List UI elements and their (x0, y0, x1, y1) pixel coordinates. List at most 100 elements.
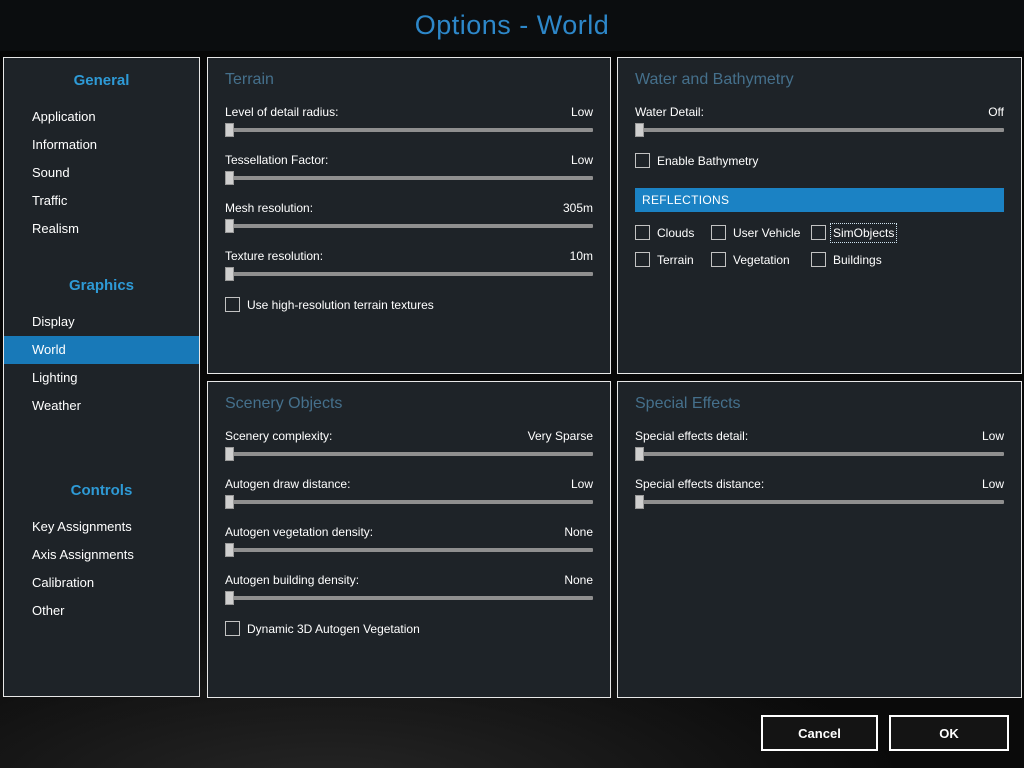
slider-value: Low (570, 153, 593, 167)
slider-mesh-resolution: Mesh resolution: 305m (225, 201, 593, 233)
checkbox-label: Enable Bathymetry (657, 153, 759, 168)
checkbox-reflect-vegetation[interactable]: Vegetation (711, 252, 811, 267)
panel-terrain-title: Terrain (225, 71, 274, 88)
checkbox-reflect-terrain[interactable]: Terrain (635, 252, 711, 267)
slider-value: Off (988, 105, 1004, 119)
checkbox-label: Clouds (657, 225, 695, 240)
checkbox-box[interactable] (811, 252, 826, 267)
sidebar-item-other[interactable]: Other (4, 597, 199, 625)
slider-special-effects-detail: Special effects detail: Low (635, 429, 1004, 461)
sidebar: General Application Information Sound Tr… (3, 57, 200, 697)
slider-tessellation-factor: Tessellation Factor: Low (225, 153, 593, 185)
slider-value: Low (570, 105, 593, 119)
ok-button[interactable]: OK (889, 715, 1009, 751)
cancel-button[interactable]: Cancel (761, 715, 878, 751)
checkbox-reflect-user-vehicle[interactable]: User Vehicle (711, 225, 811, 240)
window-title: Options - World (414, 10, 610, 40)
slider-track[interactable] (635, 495, 1004, 509)
slider-track[interactable] (225, 495, 593, 509)
checkbox-reflect-clouds[interactable]: Clouds (635, 225, 711, 240)
checkbox-box[interactable] (225, 297, 240, 312)
slider-value: Low (981, 477, 1004, 491)
checkbox-enable-bathymetry[interactable]: Enable Bathymetry (635, 153, 758, 168)
slider-track[interactable] (225, 591, 593, 605)
checkbox-box[interactable] (635, 153, 650, 168)
sidebar-item-calibration[interactable]: Calibration (4, 569, 199, 597)
sidebar-item-information[interactable]: Information (4, 131, 199, 159)
sidebar-item-lighting[interactable]: Lighting (4, 364, 199, 392)
checkbox-label: Buildings (833, 252, 882, 267)
slider-thumb[interactable] (225, 591, 234, 605)
checkbox-box[interactable] (225, 621, 240, 636)
checkbox-dynamic-3d-autogen-vegetation[interactable]: Dynamic 3D Autogen Vegetation (225, 621, 420, 636)
slider-label: Special effects distance: (635, 477, 765, 491)
checkbox-use-hires-terrain-textures[interactable]: Use high-resolution terrain textures (225, 297, 434, 312)
slider-scenery-complexity: Scenery complexity: Very Sparse (225, 429, 593, 461)
checkbox-reflect-buildings[interactable]: Buildings (811, 252, 1004, 267)
slider-thumb[interactable] (635, 447, 644, 461)
slider-thumb[interactable] (225, 123, 234, 137)
panel-special-effects: Special Effects Special effects detail: … (617, 381, 1022, 698)
sidebar-item-weather[interactable]: Weather (4, 392, 199, 420)
slider-thumb[interactable] (225, 495, 234, 509)
slider-autogen-vegetation-density: Autogen vegetation density: None (225, 525, 593, 557)
title-bar: Options - World (0, 0, 1024, 51)
slider-label: Level of detail radius: (225, 105, 339, 119)
checkbox-box[interactable] (711, 252, 726, 267)
slider-track[interactable] (225, 123, 593, 137)
checkbox-box[interactable] (711, 225, 726, 240)
panel-water-bathymetry: Water and Bathymetry Water Detail: Off E… (617, 57, 1022, 374)
slider-thumb[interactable] (225, 267, 234, 281)
sidebar-header-general: General (73, 72, 130, 89)
slider-thumb[interactable] (635, 495, 644, 509)
slider-track[interactable] (635, 123, 1004, 137)
checkbox-label: SimObjects (829, 222, 898, 243)
slider-track[interactable] (225, 267, 593, 281)
sidebar-item-axis-assignments[interactable]: Axis Assignments (4, 541, 199, 569)
sidebar-item-application[interactable]: Application (4, 103, 199, 131)
slider-thumb[interactable] (225, 543, 234, 557)
slider-special-effects-distance: Special effects distance: Low (635, 477, 1004, 509)
slider-thumb[interactable] (225, 447, 234, 461)
sidebar-item-display[interactable]: Display (4, 308, 199, 336)
reflections-options: Clouds User Vehicle SimObjects Terrain V… (635, 222, 1004, 267)
checkbox-label: Use high-resolution terrain textures (247, 297, 434, 312)
slider-track[interactable] (225, 219, 593, 233)
slider-track[interactable] (225, 447, 593, 461)
checkbox-box[interactable] (635, 252, 650, 267)
checkbox-box[interactable] (811, 225, 826, 240)
checkbox-label: User Vehicle (733, 225, 801, 240)
slider-label: Mesh resolution: (225, 201, 314, 215)
slider-value: 10m (569, 249, 593, 263)
slider-label: Texture resolution: (225, 249, 324, 263)
sidebar-item-sound[interactable]: Sound (4, 159, 199, 187)
checkbox-reflect-simobjects[interactable]: SimObjects (811, 222, 1004, 243)
slider-label: Autogen building density: (225, 573, 360, 587)
slider-track[interactable] (635, 447, 1004, 461)
sidebar-item-key-assignments[interactable]: Key Assignments (4, 513, 199, 541)
sidebar-item-realism[interactable]: Realism (4, 215, 199, 243)
panel-effects-title: Special Effects (635, 395, 741, 412)
slider-texture-resolution: Texture resolution: 10m (225, 249, 593, 281)
checkbox-box[interactable] (635, 225, 650, 240)
slider-water-detail: Water Detail: Off (635, 105, 1004, 137)
slider-track[interactable] (225, 171, 593, 185)
slider-autogen-building-density: Autogen building density: None (225, 573, 593, 605)
checkbox-label: Dynamic 3D Autogen Vegetation (247, 621, 420, 636)
sidebar-header-graphics: Graphics (68, 277, 135, 294)
slider-track[interactable] (225, 543, 593, 557)
sidebar-item-traffic[interactable]: Traffic (4, 187, 199, 215)
slider-value: 305m (562, 201, 593, 215)
slider-label: Special effects detail: (635, 429, 749, 443)
sidebar-item-world[interactable]: World (4, 336, 199, 364)
slider-label: Autogen vegetation density: (225, 525, 374, 539)
slider-value: None (564, 525, 593, 539)
slider-thumb[interactable] (225, 171, 234, 185)
reflections-header: REFLECTIONS (635, 188, 1004, 212)
checkbox-label: Vegetation (733, 252, 790, 267)
slider-thumb[interactable] (225, 219, 234, 233)
panel-terrain: Terrain Level of detail radius: Low Tess… (207, 57, 611, 374)
slider-thumb[interactable] (635, 123, 644, 137)
slider-label: Water Detail: (635, 105, 704, 119)
slider-value: Very Sparse (527, 429, 593, 443)
